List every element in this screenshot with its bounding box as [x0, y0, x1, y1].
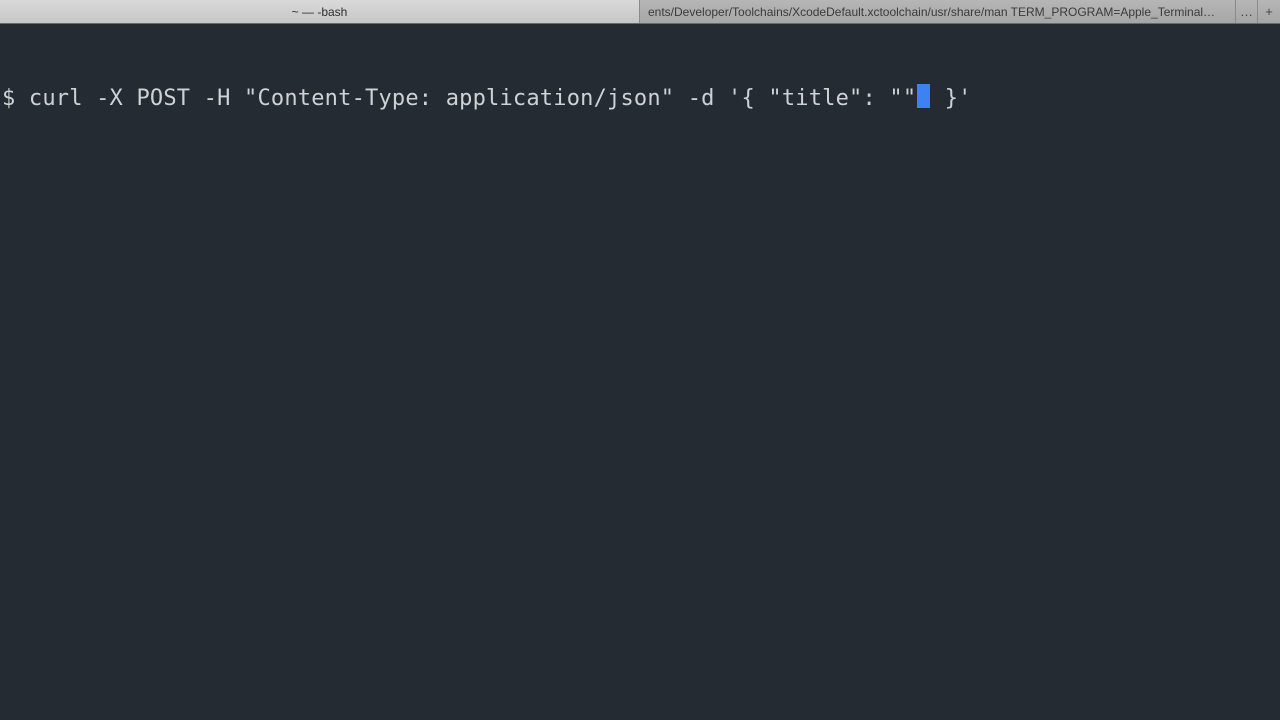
tab-active[interactable]: ~ — -bash	[0, 0, 640, 23]
ellipsis-icon: …	[1240, 4, 1253, 19]
command-line: $ curl -X POST -H "Content-Type: applica…	[2, 84, 1278, 113]
new-tab-button[interactable]: +	[1258, 0, 1280, 23]
terminal-viewport[interactable]: $ curl -X POST -H "Content-Type: applica…	[0, 24, 1280, 720]
text-cursor	[917, 84, 930, 108]
shell-prompt: $	[2, 86, 29, 111]
tab-inactive[interactable]: …ents/Developer/Toolchains/XcodeDefault.…	[640, 0, 1236, 23]
tab-bar: ~ — -bash …ents/Developer/Toolchains/Xco…	[0, 0, 1280, 24]
command-text-after-cursor: }'	[931, 86, 971, 111]
command-text-before-cursor: curl -X POST -H "Content-Type: applicati…	[29, 86, 916, 111]
tab-active-label: ~ — -bash	[292, 5, 348, 19]
tab-inactive-label: …ents/Developer/Toolchains/XcodeDefault.…	[648, 5, 1227, 19]
tab-overflow-button[interactable]: …	[1236, 0, 1258, 23]
plus-icon: +	[1265, 4, 1273, 19]
